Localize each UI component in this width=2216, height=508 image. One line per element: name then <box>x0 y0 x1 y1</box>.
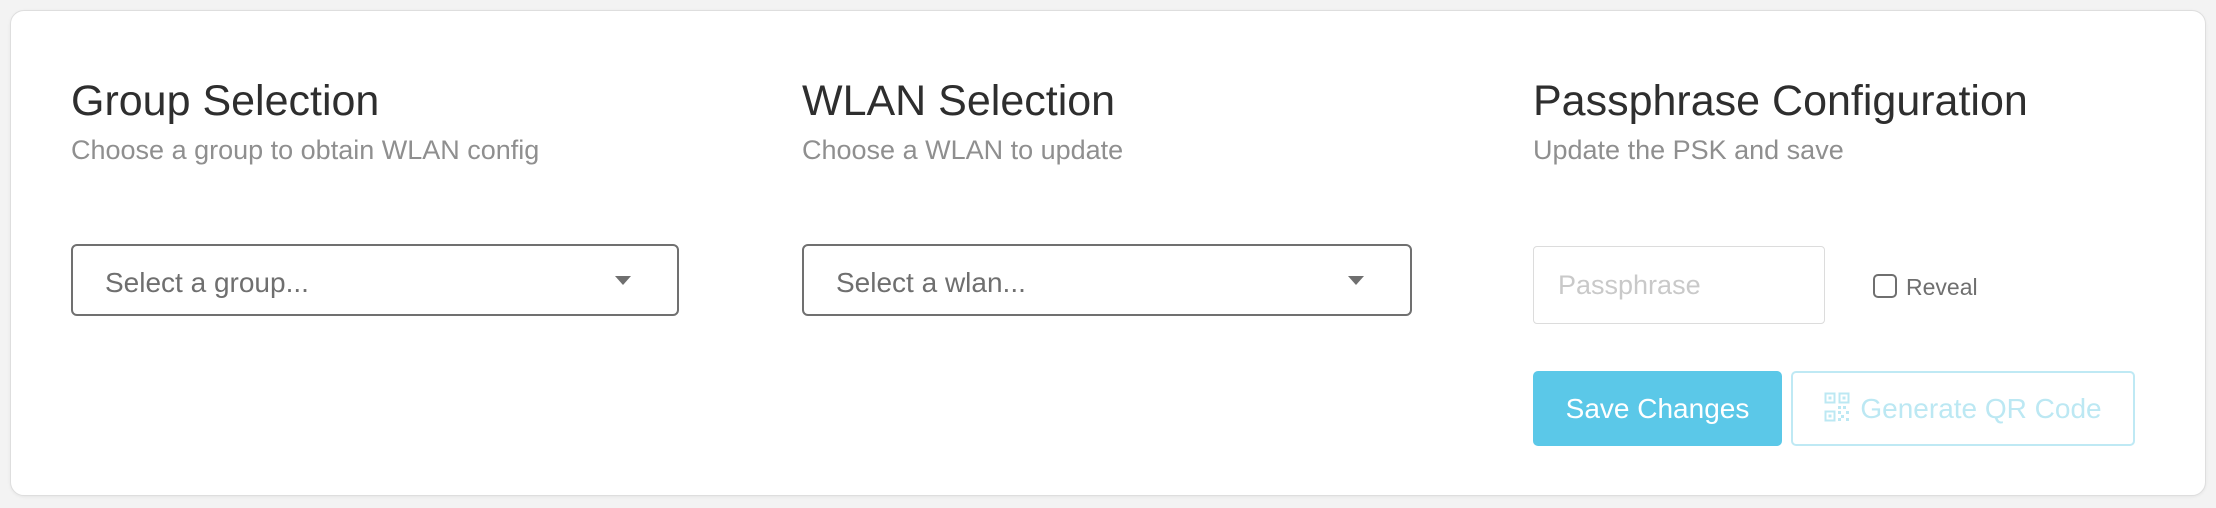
wlan-selection-title: WLAN Selection <box>802 77 1116 125</box>
group-selection-subtitle: Choose a group to obtain WLAN config <box>71 135 540 165</box>
generate-qr-code-button[interactable]: Generate QR Code <box>1791 371 2135 446</box>
reveal-checkbox[interactable] <box>1873 273 1897 298</box>
passphrase-input[interactable] <box>1533 246 1825 324</box>
save-changes-button[interactable]: Save Changes <box>1533 371 1782 446</box>
generate-qr-code-label: Generate QR Code <box>1860 392 2102 424</box>
wlan-selection-subtitle: Choose a WLAN to update <box>802 135 1124 165</box>
wlan-config-card: Group Selection Choose a group to obtain… <box>10 10 2206 496</box>
passphrase-configuration-title: Passphrase Configuration <box>1533 77 2028 125</box>
reveal-toggle[interactable]: Reveal <box>1873 272 1978 300</box>
chevron-down-icon <box>1348 276 1364 285</box>
group-selection-title: Group Selection <box>71 77 380 125</box>
chevron-down-icon <box>615 276 631 285</box>
group-select-placeholder: Select a group... <box>105 267 309 298</box>
wlan-select[interactable]: Select a wlan... <box>802 244 1412 316</box>
reveal-label: Reveal <box>1906 274 1978 300</box>
qr-code-icon <box>1824 392 1850 421</box>
wlan-select-placeholder: Select a wlan... <box>836 267 1026 298</box>
passphrase-configuration-subtitle: Update the PSK and save <box>1533 135 1844 165</box>
group-select[interactable]: Select a group... <box>71 244 679 316</box>
